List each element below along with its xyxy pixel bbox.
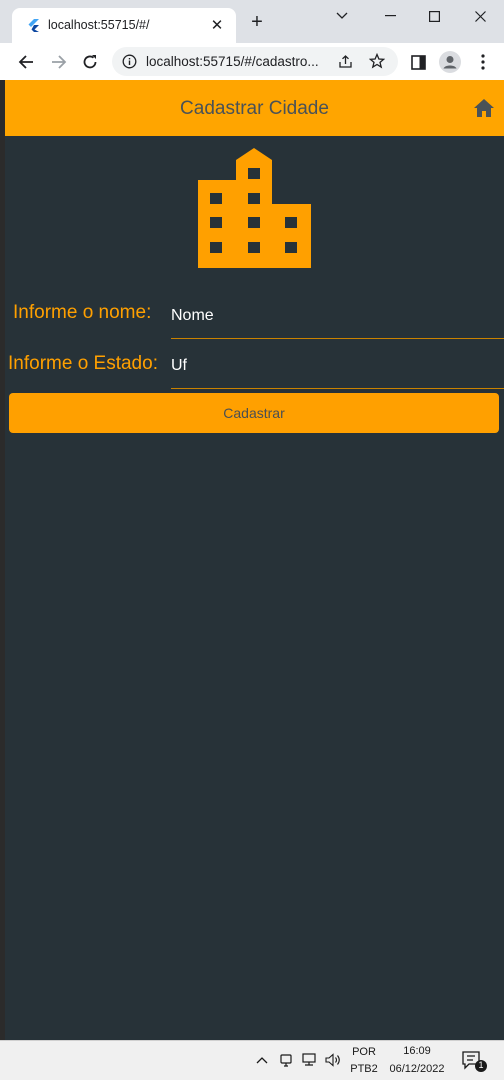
arrow-left-icon <box>18 55 33 69</box>
taskbar: POR PTB2 16:09 06/12/2022 1 <box>0 1040 504 1080</box>
avatar-icon <box>439 51 461 73</box>
reload-icon <box>83 55 97 69</box>
back-button[interactable] <box>15 51 37 73</box>
browser-toolbar: localhost:55715/#/cadastro... <box>0 43 504 81</box>
submit-button[interactable]: Cadastrar <box>9 393 499 433</box>
forward-button[interactable] <box>48 51 70 73</box>
volume-icon[interactable] <box>325 1053 341 1067</box>
chevron-down-icon <box>336 12 348 19</box>
reload-button[interactable] <box>79 51 101 73</box>
notification-count: 1 <box>478 1060 484 1070</box>
network-icon[interactable] <box>302 1053 318 1067</box>
clock-time[interactable]: 16:09 <box>387 1045 447 1057</box>
name-field-container <box>171 298 504 339</box>
more-vert-icon <box>481 54 485 70</box>
address-bar[interactable]: localhost:55715/#/cadastro... <box>112 47 398 76</box>
tab-title: localhost:55715/#/ <box>48 18 150 32</box>
state-input[interactable] <box>171 348 504 384</box>
minimize-button[interactable] <box>374 6 406 26</box>
home-icon[interactable] <box>472 96 496 120</box>
browser-tab-strip: localhost:55715/#/ ✕ + <box>0 0 504 43</box>
side-panel-icon <box>410 54 426 70</box>
arrow-right-icon <box>52 55 67 69</box>
name-input[interactable] <box>171 298 504 334</box>
menu-button[interactable] <box>472 51 494 73</box>
browser-tab[interactable]: localhost:55715/#/ ✕ <box>12 8 236 43</box>
flutter-icon <box>28 19 39 32</box>
url-text[interactable]: localhost:55715/#/cadastro... <box>146 54 319 69</box>
app-bar: Cadastrar Cidade <box>5 80 504 136</box>
tab-search-button[interactable] <box>326 6 358 26</box>
state-field-container <box>171 348 504 389</box>
maximize-icon <box>428 10 440 22</box>
minimize-icon <box>384 15 396 17</box>
chevron-up-icon[interactable] <box>256 1056 268 1064</box>
window-edge <box>0 80 5 1040</box>
language-indicator[interactable]: POR <box>349 1046 379 1058</box>
close-window-button[interactable] <box>464 6 496 26</box>
profile-button[interactable] <box>439 51 461 73</box>
info-icon[interactable] <box>122 54 137 69</box>
close-icon <box>474 10 486 22</box>
page-title: Cadastrar Cidade <box>180 98 329 119</box>
new-tab-button[interactable]: + <box>247 12 267 32</box>
clock-date[interactable]: 06/12/2022 <box>384 1063 450 1075</box>
meet-now-icon[interactable] <box>279 1052 293 1068</box>
keyboard-layout[interactable]: PTB2 <box>349 1063 379 1075</box>
name-label: Informe o nome: <box>13 302 152 323</box>
star-icon[interactable] <box>369 53 385 69</box>
share-icon[interactable] <box>338 54 353 69</box>
state-label: Informe o Estado: <box>8 353 158 374</box>
building-icon <box>198 148 311 268</box>
maximize-button[interactable] <box>418 6 450 26</box>
side-panel-button[interactable] <box>407 51 429 73</box>
tab-close-button[interactable]: ✕ <box>208 16 226 34</box>
